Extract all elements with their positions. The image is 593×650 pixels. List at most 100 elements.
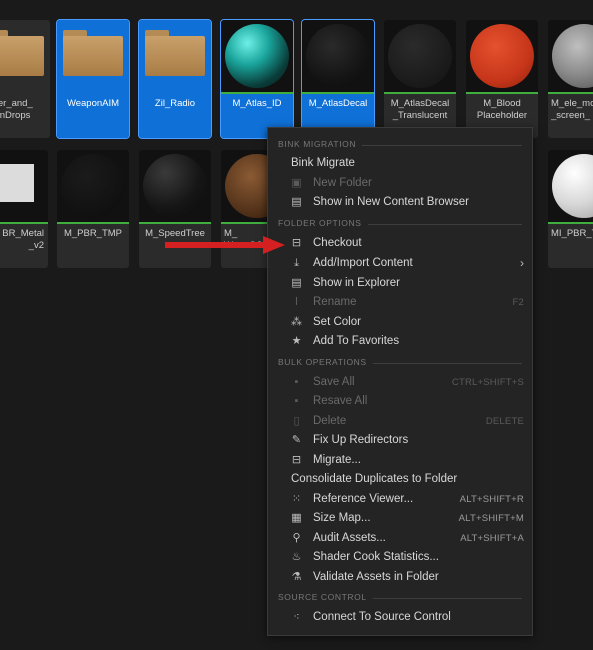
source-control-icon: ⁖ (293, 611, 300, 623)
folder-thumb (0, 20, 50, 92)
folder-search-icon: ▤ (291, 196, 302, 208)
color-icon: ⁂ (291, 316, 302, 328)
folder-icon-body (145, 36, 205, 76)
rename-icon: Ⅰ (294, 296, 299, 308)
asset-tile-m-blood-placeholder[interactable]: M_Blood Placeholder (466, 20, 538, 138)
material-thumb (384, 20, 456, 92)
material-sphere-icon (552, 154, 593, 218)
asset-type-bar (57, 222, 129, 224)
menu-item-size-map[interactable]: ▦ Size Map... ALT+SHIFT+M (268, 509, 532, 528)
menu-item-connect-source-control[interactable]: ⁖ Connect To Source Control (268, 608, 532, 627)
menu-item-label: Consolidate Duplicates to Folder (291, 473, 458, 485)
asset-type-bar (384, 92, 456, 94)
graph-icon: ⁙ (291, 493, 302, 505)
menu-item-shortcut: ALT+SHIFT+A (460, 533, 524, 544)
material-thumb (221, 20, 293, 92)
menu-item-resave-all[interactable]: ▪ Resave All (268, 392, 532, 411)
asset-tile-mi-pbr-t[interactable]: MI_PBR_T (548, 150, 593, 268)
menu-item-rename[interactable]: Ⅰ Rename F2 (268, 293, 532, 312)
tile-label: M_AtlasDecal _Translucent (390, 98, 450, 121)
menu-item-add-import-content[interactable]: ⤓ Add/Import Content › (268, 254, 532, 273)
menu-item-label: Checkout (313, 237, 362, 249)
section-header-folder-options: FOLDER OPTIONS (278, 218, 522, 230)
folder-icon-body (0, 36, 44, 76)
asset-tile-pbr-metal-v2[interactable]: BR_Metal _v2 (0, 150, 48, 268)
menu-item-label: Save All (313, 376, 355, 388)
star-icon: ★ (291, 335, 302, 347)
menu-item-label: Rename (313, 296, 357, 308)
menu-item-new-folder[interactable]: ▣ New Folder (268, 174, 532, 193)
menu-item-label: New Folder (313, 177, 372, 189)
menu-item-set-color[interactable]: ⁂ Set Color (268, 313, 532, 332)
folder-thumb (57, 20, 129, 92)
menu-item-bink-migrate[interactable]: Bink Migrate (268, 154, 532, 173)
tile-label: ter_and_inDrops (0, 98, 33, 121)
menu-item-add-to-favorites[interactable]: ★ Add To Favorites (268, 332, 532, 351)
menu-item-checkout[interactable]: ⊟ Checkout (268, 234, 532, 253)
menu-item-fix-up-redirectors[interactable]: ✎ Fix Up Redirectors (268, 431, 532, 450)
material-sphere-icon (388, 24, 452, 88)
material-thumb (548, 20, 593, 92)
menu-item-validate-assets[interactable]: ⚗ Validate Assets in Folder (268, 568, 532, 587)
menu-item-shortcut: ALT+SHIFT+M (458, 513, 524, 524)
section-header-bulk-operations: BULK OPERATIONS (278, 357, 522, 369)
migrate-icon: ⊟ (291, 454, 302, 466)
menu-item-show-in-new-content-browser[interactable]: ▤ Show in New Content Browser (268, 193, 532, 212)
sizemap-icon: ▦ (291, 512, 302, 524)
asset-tile-m-pbr-tmp[interactable]: M_PBR_TMP (57, 150, 129, 268)
menu-item-label: Delete (313, 415, 347, 427)
menu-item-migrate[interactable]: ⊟ Migrate... (268, 451, 532, 470)
tile-label: M_ele_mo _screen_ (551, 98, 593, 121)
import-icon: ⤓ (294, 257, 299, 269)
asset-tile-folder-raindrops[interactable]: ter_and_inDrops (0, 20, 50, 138)
menu-item-save-all[interactable]: ▪ Save All CTRL+SHIFT+S (268, 373, 532, 392)
asset-type-bar (548, 222, 593, 224)
asset-tile-m-ele-mo-screen[interactable]: M_ele_mo _screen_ (548, 20, 593, 138)
asset-tile-m-atlasdecal-translucent[interactable]: M_AtlasDecal _Translucent (384, 20, 456, 138)
menu-item-label: Validate Assets in Folder (313, 571, 439, 583)
menu-item-label: Bink Migrate (291, 157, 355, 169)
folder-icon-body (63, 36, 123, 76)
shader-icon: ♨ (291, 551, 302, 563)
menu-item-shader-cook-statistics[interactable]: ♨ Shader Cook Statistics... (268, 548, 532, 567)
asset-type-bar (466, 92, 538, 94)
asset-tile-m-atlas-id[interactable]: M_Atlas_ID (220, 19, 294, 139)
menu-item-label: Size Map... (313, 512, 371, 524)
asset-type-bar (221, 92, 293, 94)
asset-type-bar (0, 222, 48, 224)
folder-search-icon: ▤ (291, 277, 302, 289)
asset-tile-folder-zil-radio[interactable]: Zil_Radio (138, 19, 212, 139)
trash-icon: ▯ (293, 415, 300, 427)
menu-item-label: Add To Favorites (313, 335, 400, 347)
menu-item-label: Show in Explorer (313, 277, 400, 289)
context-menu: BINK MIGRATION Bink Migrate ▣ New Folder… (267, 127, 533, 636)
checkout-icon: ⊟ (291, 237, 302, 249)
tile-label: WeaponAIM (66, 98, 120, 109)
asset-tile-folder-weaponaim[interactable]: WeaponAIM (56, 19, 130, 139)
tile-label: BR_Metal _v2 (2, 228, 44, 251)
menu-item-audit-assets[interactable]: ⚲ Audit Assets... ALT+SHIFT+A (268, 529, 532, 548)
material-sphere-icon (143, 154, 207, 218)
submenu-arrow-icon: › (520, 256, 524, 270)
asset-type-bar (302, 92, 374, 94)
menu-item-delete[interactable]: ▯ Delete DELETE (268, 412, 532, 431)
menu-item-consolidate-duplicates[interactable]: Consolidate Duplicates to Folder (268, 470, 532, 489)
material-thumb (548, 150, 593, 222)
asset-tile-m-atlasdecal[interactable]: M_AtlasDecal (301, 19, 375, 139)
material-thumb (302, 20, 374, 92)
menu-item-show-in-explorer[interactable]: ▤ Show in Explorer (268, 274, 532, 293)
menu-item-reference-viewer[interactable]: ⁙ Reference Viewer... ALT+SHIFT+R (268, 490, 532, 509)
tile-label: M_PBR_TMP (63, 228, 123, 239)
asset-type-bar (139, 222, 211, 224)
menu-item-label: Resave All (313, 395, 368, 407)
material-sphere-icon (552, 24, 593, 88)
menu-item-label: Add/Import Content (313, 257, 413, 269)
tile-label: Zil_Radio (154, 98, 196, 109)
folder-thumb (139, 20, 211, 92)
tile-label: M_Atlas_ID (232, 98, 282, 109)
menu-item-label: Show in New Content Browser (313, 196, 469, 208)
menu-item-label: Set Color (313, 316, 361, 328)
tile-label: M_AtlasDecal (308, 98, 368, 109)
menu-item-label: Reference Viewer... (313, 493, 414, 505)
menu-item-label: Fix Up Redirectors (313, 434, 409, 446)
